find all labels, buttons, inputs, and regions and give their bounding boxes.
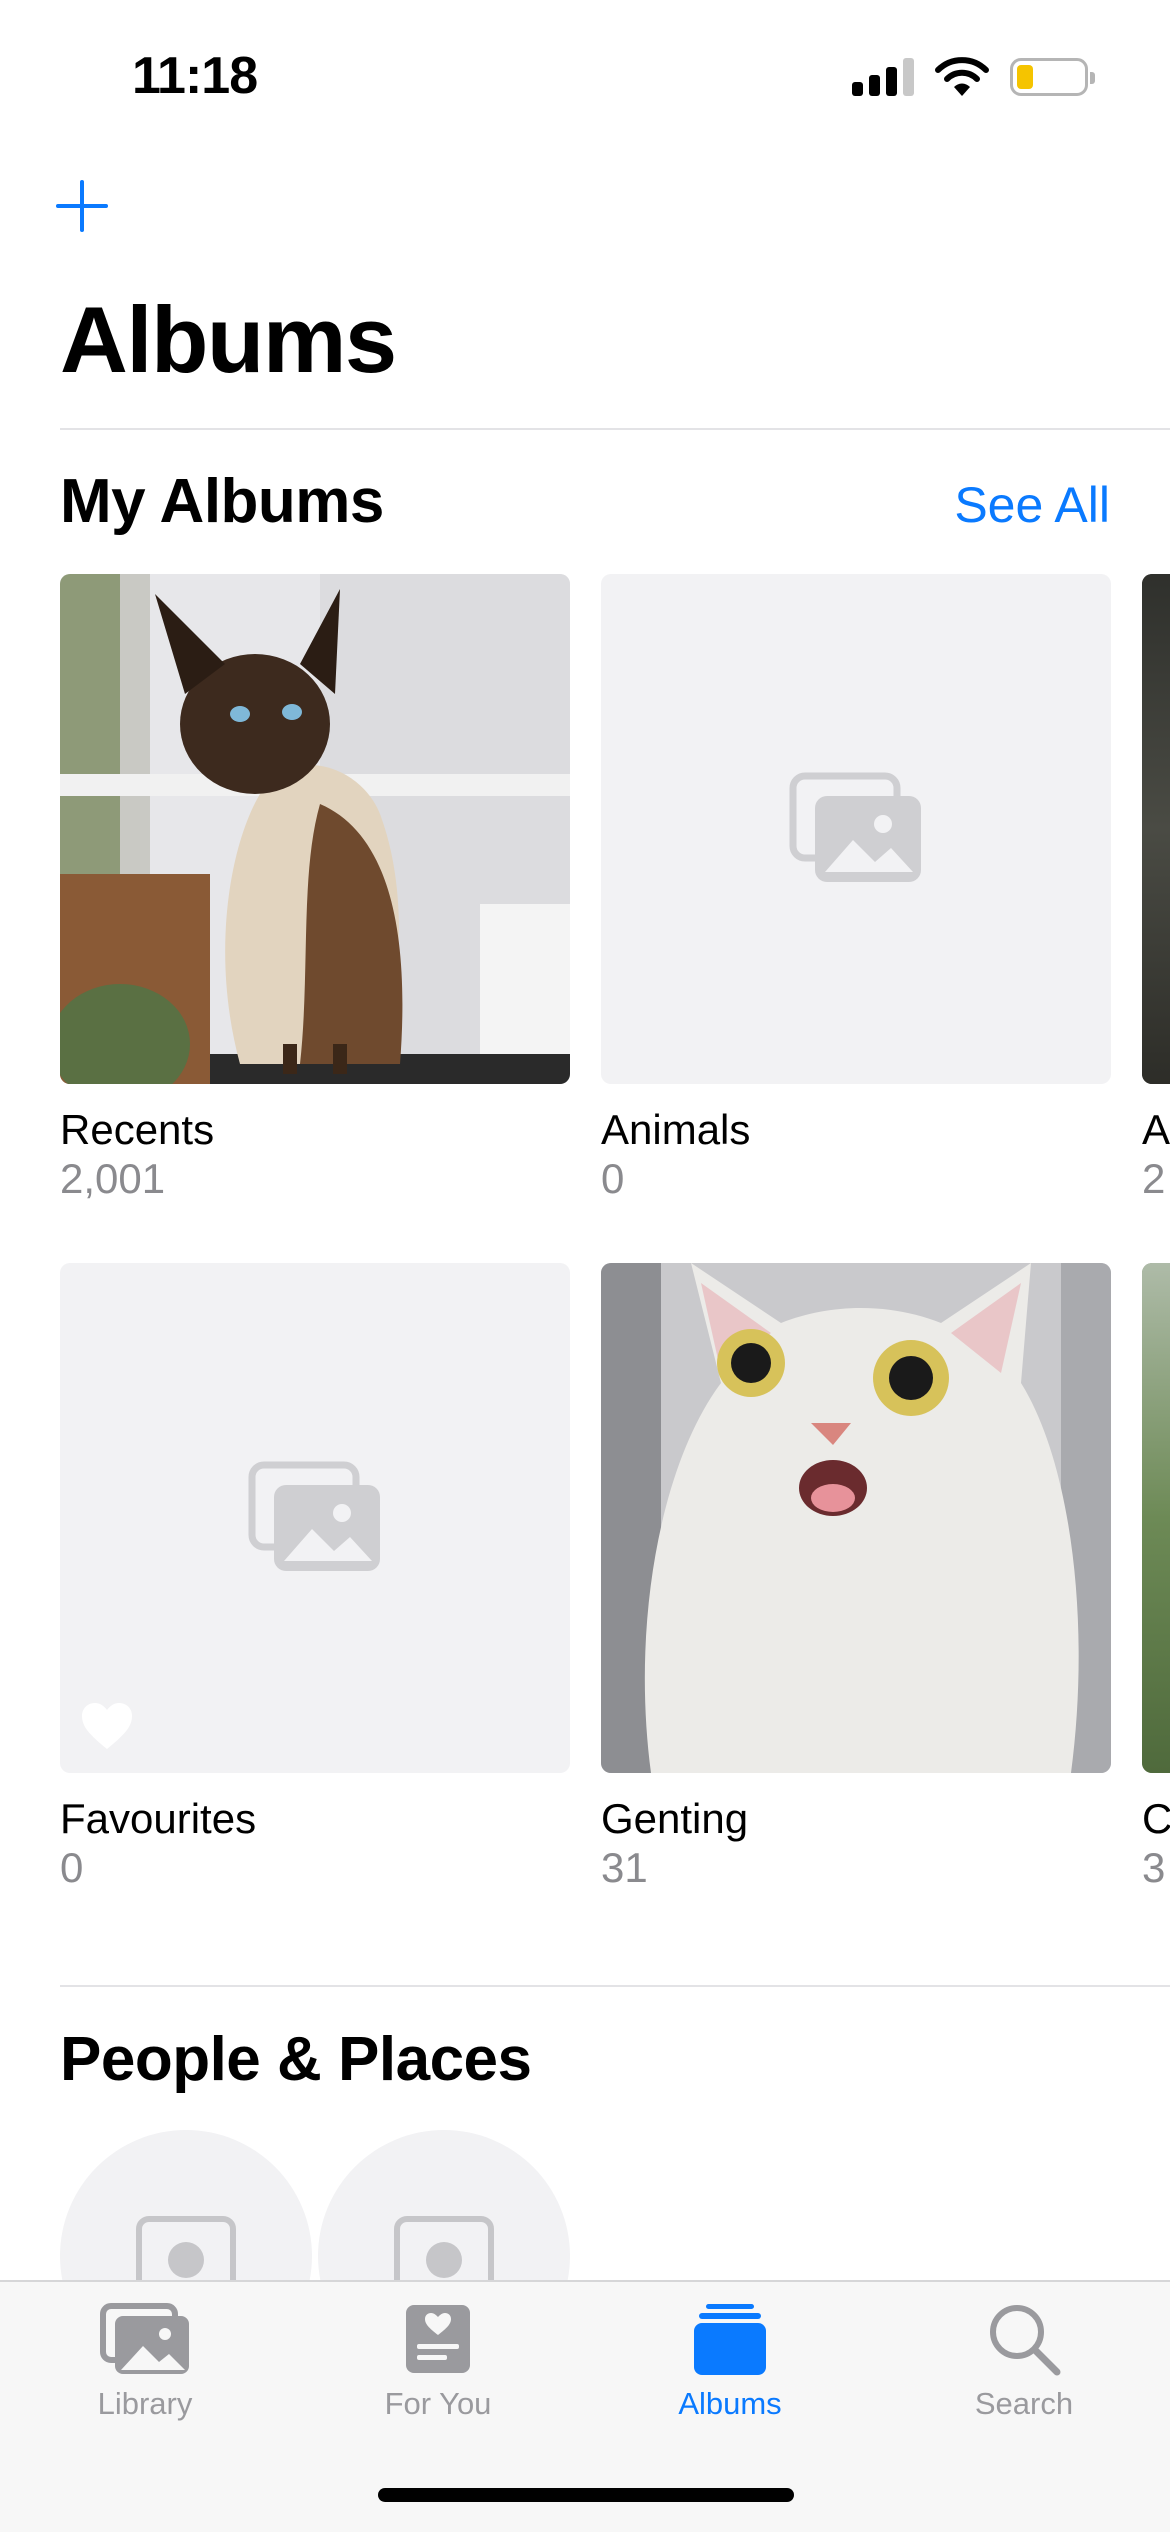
- heart-icon: [82, 1703, 132, 1749]
- album-genting[interactable]: Genting 31: [601, 1263, 1111, 1893]
- search-icon: [990, 2305, 1061, 2376]
- photos-placeholder-icon: [789, 772, 921, 882]
- animals-thumbnail: [601, 574, 1111, 1084]
- album-name: C: [1142, 1795, 1170, 1842]
- title-divider: [60, 428, 1170, 430]
- my-albums-heading: My Albums: [60, 467, 384, 536]
- album-count: 0: [601, 1155, 625, 1202]
- album-count: 0: [60, 1844, 84, 1891]
- tab-label: For You: [384, 2386, 492, 2421]
- recents-thumbnail: [60, 574, 570, 1084]
- tab-label: Library: [97, 2386, 193, 2421]
- album-count: 31: [601, 1844, 648, 1891]
- tab-label: Search: [974, 2386, 1074, 2421]
- photos-placeholder-icon: [248, 1461, 380, 1571]
- album-name: Genting: [601, 1795, 749, 1842]
- album-name: Favourites: [60, 1795, 257, 1842]
- album-name: Animals: [601, 1106, 751, 1153]
- tab-albums[interactable]: Albums: [610, 2302, 850, 2422]
- album-animals[interactable]: Animals 0: [601, 574, 1111, 1204]
- album-name: A: [1142, 1106, 1170, 1153]
- partial-a-thumbnail: [1142, 574, 1170, 1084]
- album-name: Recents: [60, 1106, 215, 1153]
- battery-icon: [1010, 58, 1095, 96]
- albums-stack-icon: [694, 2304, 766, 2375]
- albums-screen: 11:18 Albums My Albums See All Recents 2…: [0, 0, 1170, 2532]
- album-favourites[interactable]: Favourites 0: [60, 1263, 570, 1893]
- tab-label: Albums: [678, 2386, 782, 2421]
- siamese-cat-photo: [60, 574, 570, 1084]
- album-partial-c[interactable]: C 3: [1142, 1263, 1170, 1893]
- album-count: 3: [1142, 1844, 1166, 1891]
- tab-library[interactable]: Library: [25, 2302, 265, 2422]
- photos-stack-icon: [100, 2303, 189, 2374]
- tab-for-you[interactable]: For You: [318, 2302, 558, 2422]
- album-recents[interactable]: Recents 2,001: [60, 574, 570, 1204]
- white-cat-photo: [601, 1263, 1111, 1773]
- partial-c-thumbnail: [1142, 1263, 1170, 1773]
- album-count: 2: [1142, 1155, 1166, 1202]
- cellular-signal-icon: [852, 58, 916, 96]
- for-you-heart-card-icon: [406, 2305, 470, 2373]
- tab-search[interactable]: Search: [904, 2302, 1144, 2422]
- add-album-button[interactable]: [54, 178, 110, 234]
- home-indicator[interactable]: [378, 2488, 794, 2502]
- see-all-link[interactable]: See All: [954, 476, 1110, 534]
- genting-thumbnail: [601, 1263, 1111, 1773]
- album-count: 2,001: [60, 1155, 166, 1202]
- page-title: Albums: [60, 287, 397, 392]
- status-time: 11:18: [132, 47, 258, 105]
- favourites-thumbnail: [60, 1263, 570, 1773]
- people-places-heading: People & Places: [60, 2025, 532, 2094]
- album-partial-a[interactable]: A 2: [1142, 574, 1170, 1204]
- section-divider: [60, 1985, 1170, 1987]
- wifi-icon: [935, 57, 989, 96]
